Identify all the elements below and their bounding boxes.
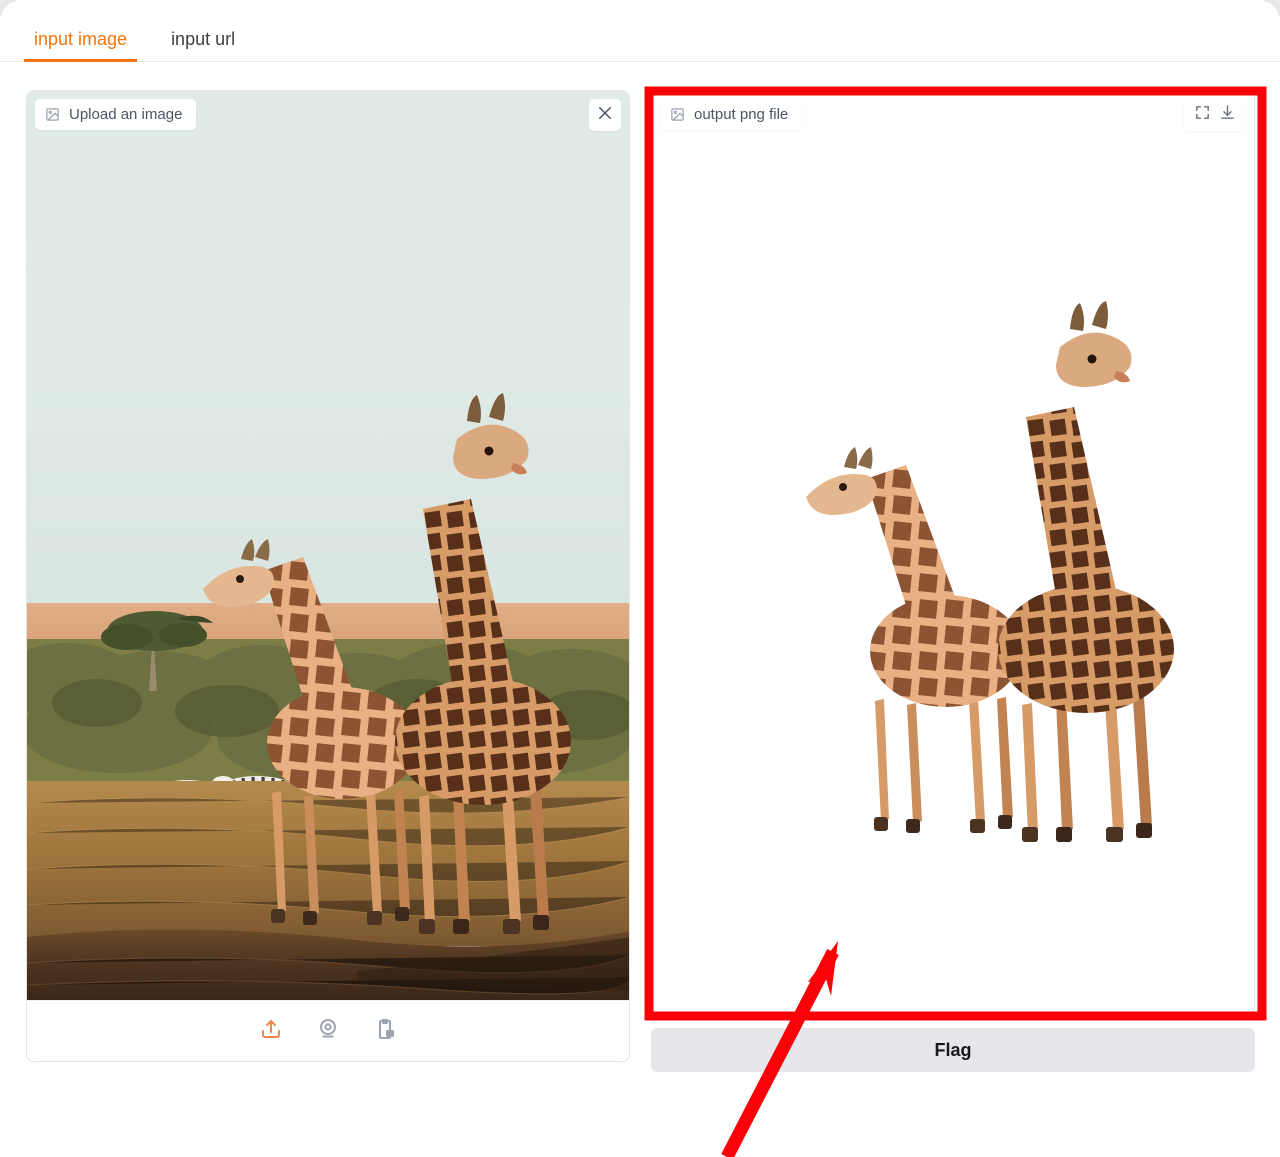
webcam-icon [316, 1017, 340, 1046]
output-image-card: output png file [651, 90, 1255, 1014]
paste-clipboard-icon [373, 1017, 397, 1046]
output-canvas[interactable]: output png file [652, 91, 1254, 1013]
input-image-label-chip: Upload an image [35, 99, 197, 130]
clear-image-button[interactable] [589, 99, 621, 131]
fullscreen-button[interactable] [1191, 104, 1213, 126]
tab-bar: input image input url [0, 0, 1280, 62]
image-icon [670, 107, 685, 122]
image-icon [45, 107, 60, 122]
savanna-photo-graphic [27, 91, 629, 1000]
tab-input-image-label: input image [34, 29, 128, 49]
tab-input-url[interactable]: input url [149, 30, 257, 61]
tab-input-url-label: input url [171, 29, 236, 49]
paste-clipboard-button[interactable] [370, 1016, 400, 1046]
download-icon [1219, 104, 1236, 126]
flag-button[interactable]: Flag [651, 1028, 1255, 1072]
input-image-card: Upload an image [26, 90, 630, 1062]
fullscreen-icon [1194, 104, 1211, 126]
webcam-button[interactable] [313, 1016, 343, 1046]
output-cutout-graphic [652, 91, 1254, 1013]
input-source-toolbar [27, 1000, 629, 1061]
input-photo[interactable]: Upload an image [27, 91, 629, 1000]
upload-button[interactable] [256, 1016, 286, 1046]
output-label-text: output png file [694, 106, 789, 123]
output-pane: output png file [651, 90, 1255, 1014]
upload-icon [259, 1017, 283, 1046]
download-button[interactable] [1216, 104, 1238, 126]
close-icon [596, 104, 614, 127]
panes: Upload an image output png file Flag [0, 62, 1280, 1157]
input-image-label-text: Upload an image [69, 106, 183, 123]
output-label-chip: output png file [660, 99, 803, 130]
input-pane: Upload an image [26, 90, 630, 1132]
tab-input-image[interactable]: input image [12, 29, 149, 62]
app-root: input image input url Upload an image ou… [0, 0, 1280, 1157]
output-actions [1184, 99, 1245, 131]
